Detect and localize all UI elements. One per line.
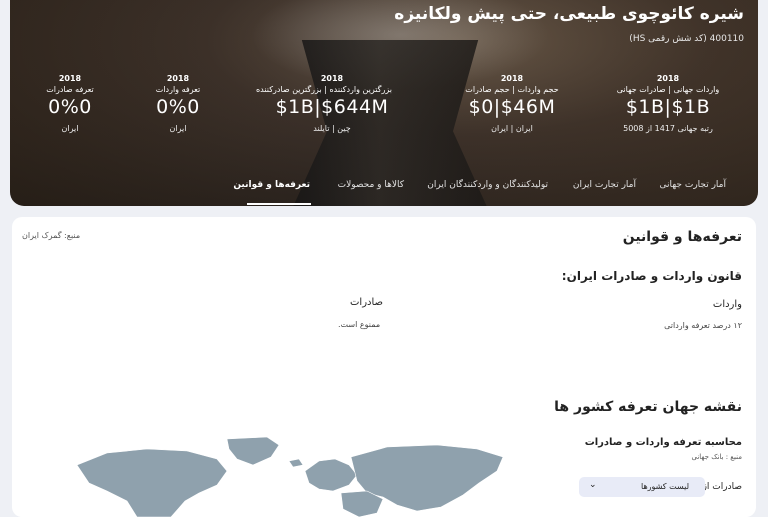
calc-source: منبع : بانک جهانی: [691, 453, 743, 461]
stat-sub: رتبه جهانی 1417 از 5008: [623, 124, 713, 133]
map-section-title: نقشه جهان تعرفه کشور ها: [554, 399, 742, 415]
product-title: شیره کائوچوی طبیعی، حتی پیش ولکانیزه: [394, 4, 744, 24]
stat-value: $1B|$1B: [625, 96, 711, 118]
source-note: منبع: گمرک ایران: [22, 231, 81, 240]
stat-year: 2018: [58, 74, 82, 83]
stat-top-traders: 2018 بزرگترین واردکننده | بزرگترین صادرک…: [255, 74, 392, 133]
imports-value: ۱۲ درصد تعرفه وارداتی: [664, 321, 742, 330]
stat-value: $1B|$644M: [275, 96, 389, 118]
map-europe: [304, 458, 358, 492]
stat-year: 2018: [500, 74, 524, 83]
tariffs-card: تعرفه‌ها و قوانین منبع: گمرک ایران قانون…: [12, 217, 756, 517]
stat-export-tariff: 2018 تعرفه صادرات 0%0 ایران: [10, 74, 130, 133]
stat-label: بزرگترین واردکننده | بزرگترین صادرکننده: [255, 85, 392, 94]
tab-iran-trade[interactable]: آمار تجارت ایران: [573, 180, 636, 190]
stat-iran-volume: 2018 حجم واردات | حجم صادرات $0|$46M ایر…: [452, 74, 572, 133]
stat-sub: ایران | ایران: [491, 124, 533, 133]
exports-from-label: صادرات از: [702, 482, 742, 492]
active-tab-indicator: [247, 203, 311, 205]
stat-label: حجم واردات | حجم صادرات: [465, 85, 559, 94]
calc-title: محاسبه تعرفه واردات و صادرات: [584, 437, 742, 448]
tab-tariffs[interactable]: تعرفه‌ها و قوانین: [233, 180, 310, 190]
exports-label: صادرات: [350, 297, 384, 308]
tab-world-trade[interactable]: آمار تجارت جهانی: [660, 180, 726, 190]
stat-import-tariff: 2018 تعرفه واردات 0%0 ایران: [118, 74, 238, 133]
stat-value: 0%0: [156, 96, 200, 118]
section-title: تعرفه‌ها و قوانین: [622, 229, 742, 245]
hs-code: 400110 (کد شش رقمی HS): [629, 34, 744, 44]
exports-value: ممنوع است.: [338, 320, 381, 329]
stat-sub: چین | تایلند: [313, 124, 351, 133]
stat-year: 2018: [320, 74, 344, 83]
stat-label: تعرفه واردات: [155, 85, 201, 94]
map-greenland: [226, 436, 280, 466]
stat-world-trade: 2018 واردات جهانی | صادرات جهانی $1B|$1B…: [608, 74, 728, 133]
imports-label: واردات: [712, 299, 742, 310]
tab-iran-producers[interactable]: تولیدکنندگان و واردکنندگان ایران: [427, 180, 548, 190]
country-select-value: لیست کشورها: [641, 482, 689, 491]
stat-value: $0|$46M: [468, 96, 556, 118]
map-iceland: [288, 458, 304, 468]
stat-year: 2018: [166, 74, 190, 83]
country-select[interactable]: لیست کشورها ⌄: [579, 477, 705, 497]
tab-products[interactable]: کالاها و محصولات: [338, 180, 404, 190]
law-title: قانون واردات و صادرات ایران:: [561, 269, 742, 283]
world-map[interactable]: [67, 435, 507, 517]
stat-label: واردات جهانی | صادرات جهانی: [616, 85, 720, 94]
stat-year: 2018: [656, 74, 680, 83]
chevron-down-icon: ⌄: [589, 480, 597, 490]
stat-value: 0%0: [48, 96, 92, 118]
map-north-america: [76, 448, 228, 517]
tab-bar: آمار تجارت جهانی آمار تجارت ایران تولیدک…: [10, 172, 758, 206]
stat-sub: ایران: [169, 124, 187, 133]
stat-sub: ایران: [61, 124, 79, 133]
stat-label: تعرفه صادرات: [46, 85, 94, 94]
